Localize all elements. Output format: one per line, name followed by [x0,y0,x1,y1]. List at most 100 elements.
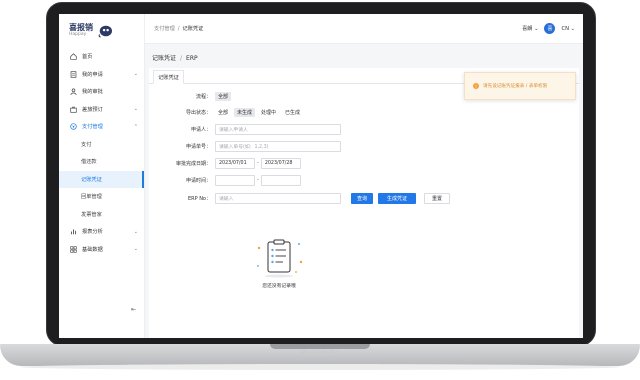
sidebar-item-home[interactable]: 首页 [59,48,144,66]
sidebar-subitem-label: 记账凭证 [81,176,102,183]
filter-label: ERP No： [187,195,211,202]
form-number-input[interactable]: 请输入单号(如：1,2,3) [215,140,341,152]
approval-date-end[interactable]: 2023/07/28 [260,157,301,169]
header-right: 喜朗 ⌄ 喜 CN ⌄ [522,23,575,34]
erp-number-input[interactable]: 请输入 [215,192,341,204]
warning-toast: ! 请先设记账凭证报表 / 表单权限 [464,72,576,100]
sidebar-item-my-applications[interactable]: 我的申请 ⌄ [59,66,144,84]
sidebar-subitem-label: 支付 [81,141,92,148]
chevron-down-icon: ⌄ [570,25,575,32]
sidebar-item-my-approvals[interactable]: 我的审批 [59,83,144,101]
apply-time-start[interactable] [215,174,255,186]
query-button[interactable]: 查询 [351,192,373,204]
filter-form-number: 申请单号： 请输入单号(如：1,2,3) [149,140,341,152]
chevron-down-icon: ⌄ [133,228,138,235]
sidebar-item-travel-booking[interactable]: 差旅预订 ⌄ [59,101,144,119]
laptop-shadow [20,364,620,370]
warning-icon: ! [473,83,479,89]
sidebar-subitem-receipt-management[interactable]: 回单管理 [59,188,144,206]
chevron-down-icon: ⌄ [133,106,138,113]
voucher-card: 记账凭证 流程： 全部 导出状态： 全部 未生成 处理中 已生成 申请人： 请输… [149,68,579,338]
sidebar-item-label: 我的审批 [82,89,103,96]
sidebar-subitem-label: 发票管家 [81,211,102,218]
empty-clipboard-icon [257,239,303,278]
breadcrumb-current: 记账凭证 [182,26,204,32]
sidebar-subitem-loan-repayment[interactable]: 借还款 [59,153,144,171]
sidebar-item-basic-data[interactable]: 基础数据 ⌄ [59,241,144,259]
tab-accounting-voucher[interactable]: 记账凭证 [153,70,184,84]
status-option-generated[interactable]: 已生成 [282,108,303,117]
sidebar-item-label: 我的申请 [82,71,103,78]
empty-state: 您还没有记录哦 [241,236,317,289]
logo[interactable]: 喜报销 Happay [59,14,144,48]
breadcrumb: 支付管理 / 记账凭证 [154,26,204,32]
filter-export-status: 导出状态： 全部 未生成 处理中 已生成 [149,106,306,118]
document-icon [70,71,77,78]
reset-button[interactable]: 重置 [424,192,450,204]
payment-icon [70,123,77,130]
chevron-down-icon: ⌄ [133,71,138,78]
filter-process: 流程： 全部 [149,90,234,102]
range-separator: - [257,177,259,183]
user-icon [70,88,77,96]
language-label: CN [561,25,569,32]
sidebar-item-payment-management[interactable]: 支付管理 ⌃ [59,118,144,136]
collapse-sidebar-icon[interactable]: ⇤ [131,306,136,313]
status-option-all[interactable]: 全部 [215,108,231,117]
top-header: 支付管理 / 记账凭证 喜朗 ⌄ 喜 CN ⌄ [145,14,583,44]
sidebar-item-label: 基础数据 [82,246,103,253]
filter-label: 审批完成日期： [175,160,211,167]
scene: MacBook Pro 喜报销 Happay 首页 我的申请 ⌄ 我的审批 差旅… [0,0,640,380]
filter-erp-number: ERP No： 请输入 查询 生成凭证 重置 [149,192,450,204]
approval-date-start[interactable]: 2023/07/01 [215,157,255,169]
filter-label: 流程： [195,93,211,100]
status-option-processing[interactable]: 处理中 [258,108,279,117]
filter-applicant: 申请人： 请输入申请人 [149,123,341,135]
chevron-up-icon: ⌃ [133,123,138,130]
process-option-all[interactable]: 全部 [215,91,232,101]
app-screen: 喜报销 Happay 首页 我的申请 ⌄ 我的审批 差旅预订 ⌄ 支付管理 ⌃ … [59,14,583,338]
chevron-down-icon: ⌄ [534,26,539,32]
filter-label: 申请时间： [185,177,211,184]
sidebar-subitem-label: 回单管理 [81,194,102,201]
filter-label: 申请单号： [185,143,211,150]
chart-icon [70,228,77,235]
company-name: 喜朗 [522,26,533,32]
filter-label: 导出状态： [185,109,211,116]
device-brand: MacBook Pro [300,349,340,356]
sidebar-item-report-analysis[interactable]: 报表分析 ⌄ [59,223,144,241]
grid-icon [70,246,77,253]
applicant-input[interactable]: 请输入申请人 [215,123,341,135]
sidebar-subitem-payment[interactable]: 支付 [59,136,144,154]
avatar[interactable]: 喜 [544,23,556,34]
filter-label: 申请人： [190,126,211,133]
filter-approval-date: 审批完成日期： 2023/07/01 - 2023/07/28 [149,157,301,169]
language-switcher[interactable]: CN ⌄ [561,26,575,32]
sidebar-nav: 首页 我的申请 ⌄ 我的审批 差旅预订 ⌄ 支付管理 ⌃ 支付 借还款 记账凭证… [59,48,144,258]
range-separator: - [257,160,259,166]
sidebar-item-label: 支付管理 [82,124,103,131]
mascot-icon [98,25,112,38]
sidebar-item-label: 差旅预订 [82,106,103,113]
page-title-main: 记账凭证 [152,55,177,62]
company-switcher[interactable]: 喜朗 ⌄ [522,25,538,32]
filter-apply-time: 申请时间： - [149,174,301,186]
sidebar-subitem-accounting-voucher[interactable]: 记账凭证 [59,170,144,188]
empty-state-text: 您还没有记录哦 [262,284,296,289]
briefcase-icon [70,106,77,113]
generate-voucher-button[interactable]: 生成凭证 [378,192,416,204]
breadcrumb-item[interactable]: 支付管理 [154,26,175,32]
sidebar-subitem-invoice-manager[interactable]: 发票管家 [59,206,144,224]
sidebar-item-label: 首页 [82,54,93,61]
status-option-not-generated[interactable]: 未生成 [234,107,256,117]
home-icon [70,53,77,60]
sidebar-item-label: 报表分析 [82,229,103,236]
logo-text-en: Happay [69,32,87,38]
toast-message: 请先设记账凭证报表 / 表单权限 [483,84,548,89]
sidebar-subitem-label: 借还款 [81,159,97,166]
sidebar: 喜报销 Happay 首页 我的申请 ⌄ 我的审批 差旅预订 ⌄ 支付管理 ⌃ … [59,14,145,338]
page-title: 记账凭证 / ERP [152,55,198,62]
chevron-down-icon: ⌄ [133,246,138,253]
apply-time-end[interactable] [260,174,301,186]
page-title-sub: ERP [186,55,198,62]
